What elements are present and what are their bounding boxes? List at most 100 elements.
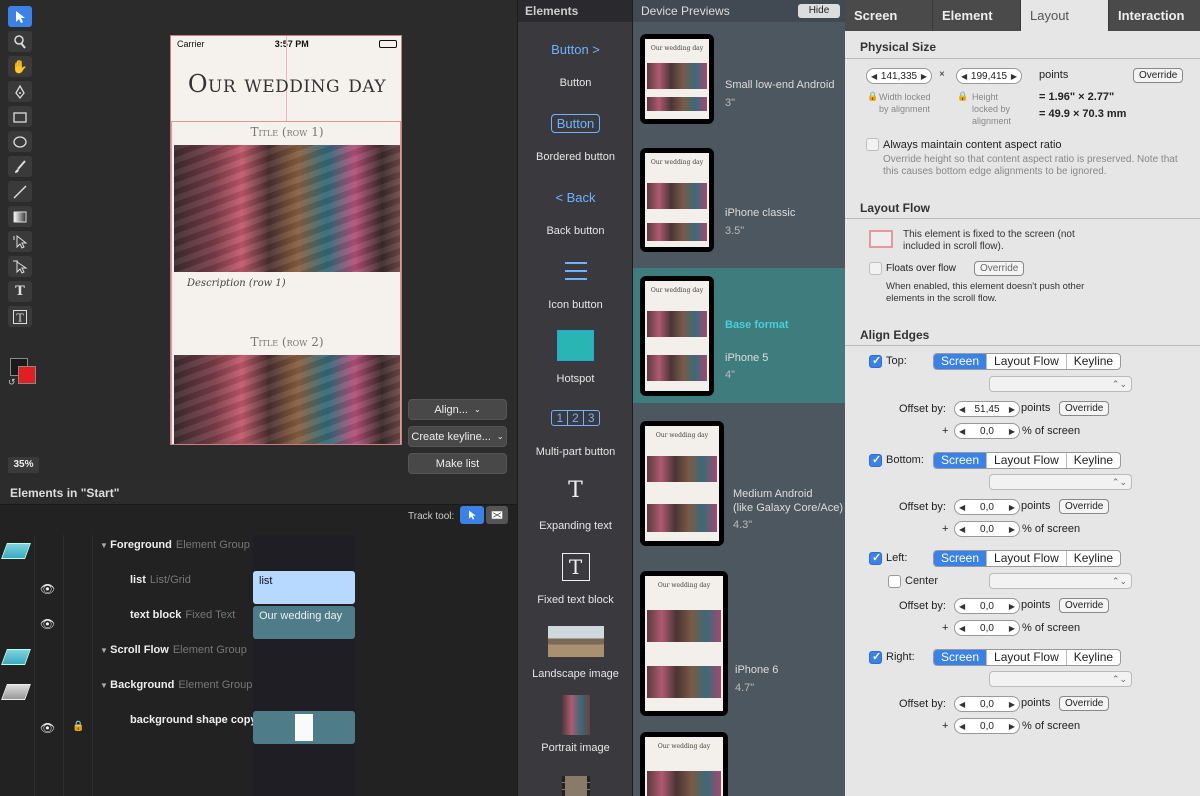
timeline-bar-text-block[interactable]: Our wedding day [253,606,355,639]
link-tool-icon[interactable] [8,256,32,277]
left-offset-stepper[interactable]: ◀ 0,0 ▶ [954,598,1020,614]
top-align-segmented[interactable]: Screen Layout Flow Keyline [933,353,1122,370]
visibility-eye-icon[interactable]: 👁 [40,721,55,735]
canvas-area[interactable]: ✋ T T ↺ 35% list Carrier 3:57 PM Our wed… [0,0,517,481]
plus-sign: + [942,720,949,732]
device-iphone-classic[interactable]: Our wedding day iPhone classic 3.5" [633,148,846,252]
tab-screen[interactable]: Screen [845,0,933,31]
tab-element[interactable]: Element [933,0,1021,31]
color-swatches[interactable]: ↺ [8,358,40,388]
back-button-preview[interactable]: < Back [518,190,633,205]
top-align-checkbox[interactable] [869,354,882,368]
text-tool-icon[interactable]: T [8,281,32,302]
bottom-override-button[interactable]: Override [1059,499,1110,514]
zoom-tool-icon[interactable] [8,31,32,52]
align-button[interactable]: Align... ⌄ [408,399,507,420]
stroke-swatch[interactable] [18,366,36,384]
left-align-checkbox[interactable] [869,551,882,565]
left-override-button[interactable]: Override [1059,598,1110,613]
left-percent-stepper[interactable]: ◀ 0,0 ▶ [954,620,1020,636]
rectangle-tool-icon[interactable] [8,106,32,127]
expanding-text-preview[interactable]: T [518,478,633,503]
aspect-ratio-checkbox[interactable] [866,138,879,151]
row-1-description: Description (row 1) [187,278,286,289]
track-film-button[interactable] [486,506,508,524]
floats-checkbox[interactable] [869,262,882,275]
right-align-segmented[interactable]: Screen Layout Flow Keyline [933,649,1122,666]
landscape-image-preview[interactable] [518,626,633,657]
plus-sign: + [942,523,949,535]
ellipse-tool-icon[interactable] [8,131,32,152]
track-pointer-button[interactable] [460,506,484,524]
bottom-align-dropdown[interactable] [989,474,1132,490]
gradient-tool-icon[interactable] [8,206,32,227]
create-keyline-button[interactable]: Create keyline... ⌄ [408,426,507,447]
video-preview[interactable] [518,776,633,796]
bottom-offset-stepper[interactable]: ◀ 0,0 ▶ [954,499,1020,515]
device-iphone-6[interactable]: Our wedding day iPhone 6 4.7" [633,571,846,716]
bordered-button-preview[interactable]: Button [518,114,633,133]
visibility-eye-icon[interactable]: 👁 [40,582,55,596]
zoom-level[interactable]: 35% [8,457,39,473]
right-percent-stepper[interactable]: ◀ 0,0 ▶ [954,718,1020,734]
brush-tool-icon[interactable] [8,156,32,177]
tree-row-scroll-flow[interactable]: ▼ Scroll Flow Element Group [100,644,253,666]
hide-button[interactable]: Hide [798,4,840,18]
device-iphone-5[interactable]: Our wedding day Base format iPhone 5 4" [633,268,846,403]
hand-tool-icon[interactable]: ✋ [8,56,32,77]
line-tool-icon[interactable] [8,181,32,202]
device-partial[interactable]: Our wedding day [633,732,846,796]
button-preview[interactable]: Button > [518,42,633,57]
tree-row-text-block[interactable]: text block Fixed Text [130,609,253,631]
tab-interaction[interactable]: Interaction [1109,0,1200,31]
visibility-eye-icon[interactable]: 👁 [40,617,55,631]
top-offset-stepper[interactable]: ◀ 51,45 ▶ [954,401,1020,417]
menu-icon[interactable] [518,260,633,285]
tree-row-list[interactable]: list List/Grid [130,574,253,596]
swap-colors-icon[interactable]: ↺ [8,377,16,388]
bottom-align-checkbox[interactable] [869,453,882,467]
width-stepper[interactable]: ◀ 141,335 ▶ [866,68,932,84]
list-element[interactable]: Title (row 1) Description (row 1) Title … [171,121,401,444]
pen-tool-icon[interactable] [8,81,32,102]
top-align-dropdown[interactable] [989,376,1132,392]
right-offset-stepper[interactable]: ◀ 0,0 ▶ [954,696,1020,712]
left-align-dropdown[interactable] [989,573,1132,589]
tree-row-background-shape[interactable]: background shape copy [130,714,253,736]
top-percent-stepper[interactable]: ◀ 0,0 ▶ [954,423,1020,439]
text-block-tool-icon[interactable]: T [8,306,32,327]
right-align-dropdown[interactable] [989,671,1132,687]
right-align-checkbox[interactable] [869,650,882,664]
lock-icon[interactable]: 🔒 [72,721,84,732]
right-override-button[interactable]: Override [1059,696,1110,711]
override-button[interactable]: Override [1133,68,1184,83]
points-label: points [1021,599,1051,611]
device-name: iPhone 6 [735,664,779,676]
tree-row-foreground[interactable]: ▼ Foreground Element Group [100,539,253,561]
floats-override-button[interactable]: Override [974,261,1025,276]
bottom-align-segmented[interactable]: Screen Layout Flow Keyline [933,452,1122,469]
timeline-bar-background-shape[interactable] [253,711,355,744]
page-title[interactable]: Our wedding day [171,70,401,98]
tab-layout[interactable]: Layout [1021,0,1109,31]
bottom-percent-stepper[interactable]: ◀ 0,0 ▶ [954,521,1020,537]
top-override-button[interactable]: Override [1059,401,1110,416]
height-stepper[interactable]: ◀ 199,415 ▶ [956,68,1022,84]
portrait-image-preview[interactable] [518,695,633,735]
phone-artboard[interactable]: Carrier 3:57 PM Our wedding day Title (r… [170,35,402,445]
timeline-bar-list[interactable]: list [253,571,355,604]
status-time: 3:57 PM [274,39,309,49]
device-medium-android[interactable]: Our wedding day Medium Android (like Gal… [633,421,846,546]
left-align-segmented[interactable]: Screen Layout Flow Keyline [933,550,1122,567]
hotspot-tool-icon[interactable] [8,231,32,252]
multi-part-button-preview[interactable]: 123 [518,410,633,426]
tree-row-background[interactable]: ▼ Background Element Group [100,679,253,701]
hotspot-preview[interactable] [518,330,633,361]
select-tool-icon[interactable] [8,6,32,27]
make-list-button[interactable]: Make list [408,453,507,474]
button-label: Button [559,77,592,89]
fixed-text-block-preview[interactable]: T [518,553,633,581]
device-small-android[interactable]: Our wedding day Small low-end Android 3" [633,34,846,124]
times-sign: × [939,69,945,80]
center-checkbox[interactable] [888,575,901,588]
